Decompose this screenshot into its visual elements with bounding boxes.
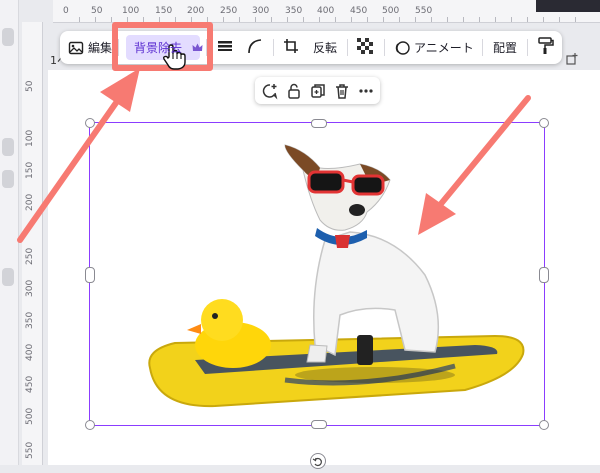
- arrow-to-bg-remove: [17, 68, 140, 243]
- arrow-to-photo: [418, 95, 531, 235]
- background-remove-label: 背景除去: [134, 41, 183, 55]
- annotation-arrows: [17, 68, 531, 243]
- crown-icon: [192, 41, 203, 55]
